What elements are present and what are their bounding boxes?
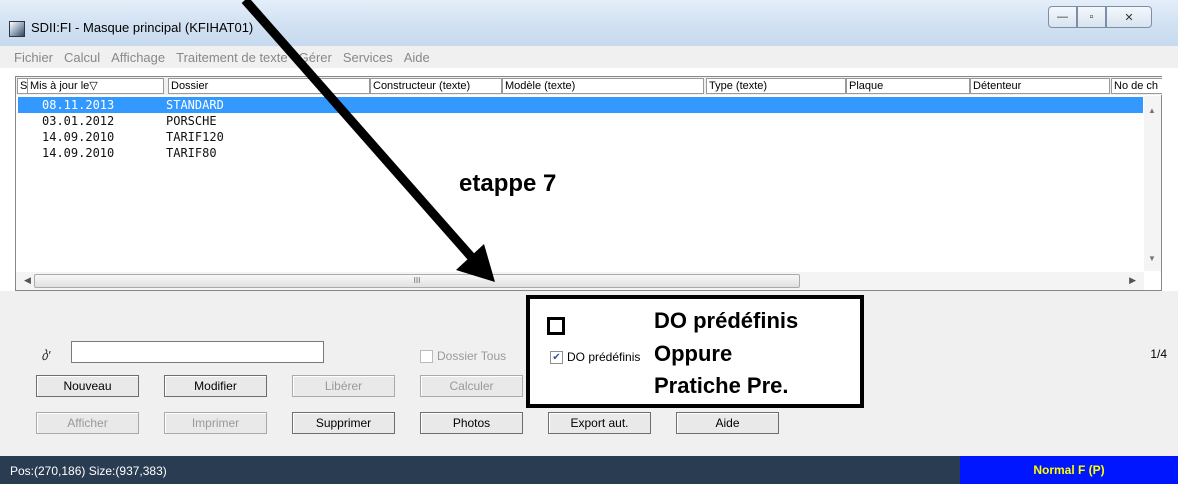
callout-line-1: DO prédéfinis (654, 308, 799, 333)
column-header-constructeur[interactable]: Constructeur (texte) (370, 78, 502, 94)
table-row[interactable]: 08.11.2013 STANDARD (18, 97, 1143, 113)
export-aut-button[interactable]: Export aut. (548, 412, 651, 434)
row-dossier: STANDARD (166, 98, 224, 112)
menu-calcul[interactable]: Calcul (64, 50, 100, 65)
menu-aide[interactable]: Aide (404, 50, 430, 65)
scroll-right-icon[interactable]: ▶ (1129, 275, 1136, 286)
column-header-no-de-ch[interactable]: No de ch (1111, 78, 1162, 94)
table-row[interactable]: 03.01.2012 PORSCHE (18, 113, 1143, 129)
search-input[interactable] (71, 341, 324, 363)
table-row[interactable]: 14.09.2010 TARIF120 (18, 129, 1143, 145)
menu-fichier[interactable]: Fichier (14, 50, 53, 65)
photos-button[interactable]: Photos (420, 412, 523, 434)
window-controls: — ▫ ✕ (1048, 6, 1152, 28)
glasses-search-icon: ბ' (41, 348, 51, 363)
checked-box-icon[interactable]: ✔ (550, 350, 563, 364)
status-position: Pos:(270,186) Size:(937,383) (10, 464, 167, 478)
horizontal-scrollbar[interactable]: ◀ III ▶ (16, 272, 1144, 290)
window-title: SDII:FI - Masque principal (KFIHAT01) (31, 20, 254, 35)
scroll-left-icon[interactable]: ◀ (24, 275, 31, 286)
status-bar: Pos:(270,186) Size:(937,383) Normal F (P… (0, 456, 1178, 484)
title-bar: SDII:FI - Masque principal (KFIHAT01) — … (0, 0, 1178, 46)
aide-button[interactable]: Aide (676, 412, 779, 434)
column-header-type[interactable]: Type (texte) (706, 78, 846, 94)
status-mode: Normal F (P) (960, 456, 1178, 484)
row-date: 14.09.2010 (42, 130, 115, 144)
scroll-down-icon[interactable]: ▼ (1148, 254, 1156, 263)
do-predefinis-label: DO prédéfinis (567, 350, 641, 364)
menu-bar: Fichier Calcul Affichage Traitement de t… (0, 46, 1178, 68)
menu-services[interactable]: Services (343, 50, 393, 65)
table-row[interactable]: 14.09.2010 TARIF80 (18, 145, 1143, 161)
do-predefinis-checkbox[interactable]: ✔ DO prédéfinis (550, 350, 640, 364)
row-dossier: TARIF120 (166, 130, 224, 144)
imprimer-button[interactable]: Imprimer (164, 412, 267, 434)
menu-affichage[interactable]: Affichage (111, 50, 165, 65)
dossier-tous-label: Dossier Tous (437, 349, 507, 363)
scroll-up-icon[interactable]: ▲ (1148, 106, 1156, 115)
step-annotation: etappe 7 (459, 170, 557, 197)
vertical-scrollbar[interactable]: ▲ ▼ (1144, 96, 1161, 271)
column-header-dossier[interactable]: Dossier (168, 78, 370, 94)
nouveau-button[interactable]: Nouveau (36, 375, 139, 397)
menu-gerer[interactable]: Gérer (299, 50, 332, 65)
callout-box: ✔ DO prédéfinis DO prédéfinis Oppure Pra… (526, 295, 864, 408)
grid-rows: 08.11.2013 STANDARD 03.01.2012 PORSCHE 1… (18, 97, 1143, 161)
calculer-button[interactable]: Calculer (420, 375, 523, 397)
page-indicator: 1/4 (1150, 347, 1167, 361)
column-header-date[interactable]: Mis à jour le▽ (27, 78, 164, 94)
afficher-button[interactable]: Afficher (36, 412, 139, 434)
callout-line-2: Oppure (654, 341, 733, 366)
column-header-modele[interactable]: Modèle (texte) (502, 78, 704, 94)
column-header-detenteur[interactable]: Détenteur (970, 78, 1110, 94)
dossier-tous-checkbox[interactable]: Dossier Tous (420, 349, 506, 363)
row-date: 08.11.2013 (42, 98, 115, 112)
minimize-button[interactable]: — (1048, 6, 1077, 28)
column-header-plaque[interactable]: Plaque (846, 78, 970, 94)
column-headers: S Mis à jour le▽ Dossier Constructeur (t… (16, 77, 1162, 95)
row-dossier: PORSCHE (166, 114, 217, 128)
scroll-thumb[interactable]: III (34, 274, 800, 288)
row-dossier: TARIF80 (166, 146, 217, 160)
maximize-button[interactable]: ▫ (1077, 6, 1106, 28)
supprimer-button[interactable]: Supprimer (292, 412, 395, 434)
row-date: 03.01.2012 (42, 114, 115, 128)
close-button[interactable]: ✕ (1106, 6, 1152, 28)
row-date: 14.09.2010 (42, 146, 115, 160)
callout-line-3: Pratiche Pre. (654, 373, 789, 398)
liberer-button[interactable]: Libérer (292, 375, 395, 397)
modifier-button[interactable]: Modifier (164, 375, 267, 397)
checkbox-square-icon (547, 317, 565, 335)
app-icon (9, 21, 25, 37)
checkbox-box[interactable] (420, 349, 433, 363)
menu-traitement-de-texte[interactable]: Traitement de texte (176, 50, 288, 65)
dossier-grid[interactable]: S Mis à jour le▽ Dossier Constructeur (t… (15, 76, 1162, 291)
